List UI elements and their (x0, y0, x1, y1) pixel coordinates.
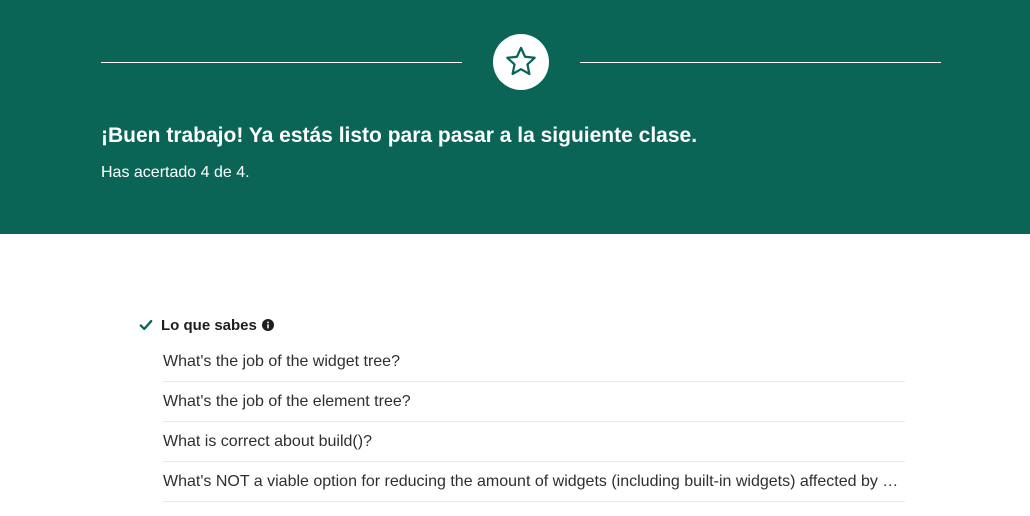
divider-right (580, 62, 941, 63)
info-icon[interactable] (261, 319, 274, 331)
section-header: Lo que sabes (139, 314, 905, 336)
known-topics-section: Lo que sabes What's the job of the widge… (139, 314, 905, 502)
question-item[interactable]: What's the job of the element tree? (163, 382, 905, 422)
result-title: ¡Buen trabajo! Ya estás listo para pasar… (101, 124, 698, 147)
section-title: Lo que sabes (161, 316, 257, 334)
question-item[interactable]: What's the job of the widget tree? (163, 342, 905, 382)
star-badge (493, 34, 549, 90)
divider-left (101, 62, 462, 63)
question-item[interactable]: What's NOT a viable option for reducing … (163, 462, 905, 502)
score-text: Has acertado 4 de 4. (101, 164, 250, 181)
check-icon (139, 319, 153, 331)
star-icon (506, 46, 536, 76)
question-item[interactable]: What is correct about build()? (163, 422, 905, 462)
results-header: ¡Buen trabajo! Ya estás listo para pasar… (0, 0, 1030, 234)
question-list: What's the job of the widget tree? What'… (163, 342, 905, 502)
